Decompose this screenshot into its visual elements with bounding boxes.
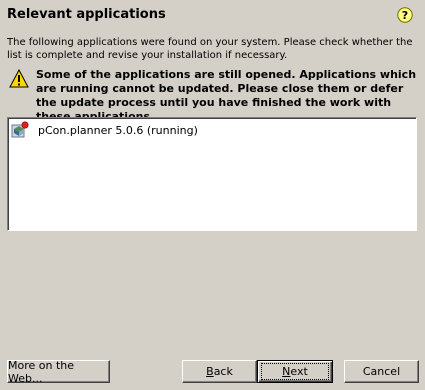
back-mnemonic: B: [206, 365, 214, 378]
more-on-the-web-button[interactable]: More on the Web...: [7, 358, 110, 385]
more-on-the-web-label: More on the Web...: [8, 358, 75, 385]
next-button[interactable]: Next: [257, 360, 333, 383]
cancel-label: Cancel: [362, 365, 401, 378]
list-item[interactable]: pCon.planner 5.0.6 (running): [11, 121, 198, 139]
back-button[interactable]: Back: [182, 360, 257, 383]
back-label: Back: [206, 365, 233, 378]
applications-list[interactable]: pCon.planner 5.0.6 (running): [7, 117, 417, 231]
warning-icon: [9, 68, 29, 89]
list-item-label: pCon.planner 5.0.6 (running): [38, 123, 198, 137]
description-text: The following applications were found on…: [7, 37, 413, 61]
pcon-planner-app-icon: [11, 121, 30, 139]
cancel-button[interactable]: Cancel: [344, 360, 419, 383]
page-title: Relevant applications: [7, 7, 166, 22]
back-label-rest: ack: [213, 365, 233, 378]
next-label: Next: [261, 363, 329, 380]
help-icon[interactable]: ?: [397, 7, 413, 23]
warning-message: Some of the applications are still opene…: [36, 68, 417, 123]
next-label-rest: ext: [290, 365, 308, 378]
svg-text:?: ?: [402, 9, 408, 22]
